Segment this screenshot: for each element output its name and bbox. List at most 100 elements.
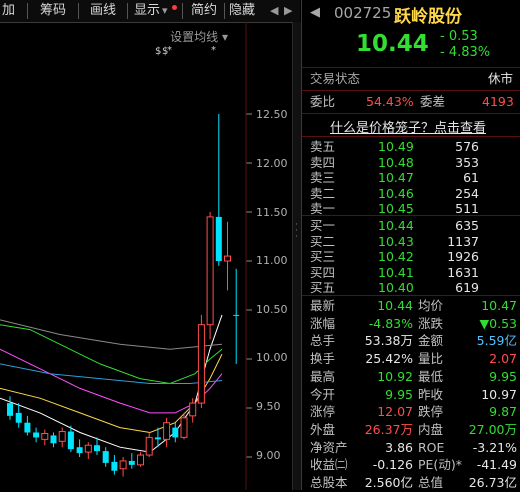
toolbar-add-button[interactable]: 加 [2, 0, 15, 22]
moving-average-line [0, 324, 223, 385]
price-cage-link[interactable]: 什么是价格笼子？点击查看 [330, 117, 486, 136]
display-dropdown-icon[interactable]: ▾ [162, 0, 168, 22]
toolbar-separator [78, 3, 79, 19]
stock-code: 002725 [334, 4, 392, 22]
stat-value: 26.73亿 [468, 475, 517, 490]
scroll-grip-icon[interactable]: · · · [294, 221, 299, 242]
stock-name: 跃岭股份 [394, 7, 462, 27]
stat-value: 26.37万 [364, 421, 413, 437]
price-change-percent: - 4.83% [440, 45, 491, 60]
stat-value: -3.21% [472, 439, 517, 455]
stat-value: 9.95 [489, 368, 517, 384]
stat-label: 涨停 [310, 404, 336, 420]
order-ratio-value: 54.43% [366, 94, 414, 109]
stat-value: 3.86 [385, 439, 413, 455]
toolbar-chips-button[interactable]: 筹码 [40, 0, 66, 22]
candlestick [197, 314, 205, 408]
candlestick [33, 427, 40, 443]
candlestick [58, 427, 66, 448]
quote-stat-row: 净资产 3.86 ROE -3.21% [302, 439, 520, 457]
candlestick [15, 403, 22, 428]
stat-label: 量比 [418, 351, 444, 367]
divider [302, 136, 520, 137]
toolbar-separator [127, 3, 128, 19]
moving-average-line [0, 348, 223, 414]
quote-panel: ◀ 002725 跃岭股份 10.44 - 0.53 - 4.83% 交易状态 … [301, 0, 520, 490]
toolbar-hide-button[interactable]: 隐藏 [229, 0, 255, 22]
chart-vertical-scrollbar[interactable]: · · · [292, 22, 301, 490]
toolbar-separator [27, 3, 28, 19]
stat-label: 收益㈡ [310, 457, 348, 473]
scroll-right-icon[interactable]: ▶ [284, 0, 292, 22]
stat-value: 10.92 [377, 368, 413, 384]
divider [302, 113, 520, 114]
price-axis-label: 12.00 [256, 157, 288, 170]
stat-value: 9.95 [385, 386, 413, 402]
toolbar-display-button[interactable]: 显示 [134, 0, 160, 22]
toolbar-separator [182, 3, 183, 19]
last-price: 10.44 [356, 31, 429, 57]
candlestick [215, 114, 222, 266]
quote-stat-row: 总股本 2.560亿 总值 26.73亿 [302, 474, 520, 492]
divider [302, 90, 520, 91]
candlestick [145, 432, 153, 457]
candlestick [24, 415, 31, 436]
quote-stat-row: 外盘 26.37万 内盘 27.00万 [302, 421, 520, 439]
notification-dot-icon [172, 5, 177, 10]
stat-label: 最新 [310, 298, 336, 313]
stat-label: 涨幅 [310, 315, 336, 331]
candlestick [111, 455, 118, 475]
stat-label: 总股本 [310, 475, 348, 490]
stat-label: 最高 [310, 368, 336, 384]
stat-value: 2.560亿 [364, 475, 413, 490]
stat-value: ▼0.53 [479, 315, 517, 331]
price-axis-label: 10.00 [256, 351, 288, 364]
quote-stat-row: 今开 9.95 昨收 10.97 [302, 386, 520, 404]
stat-value: -4.83% [368, 315, 413, 331]
moving-average-line [0, 363, 223, 384]
candlestick [7, 396, 13, 420]
price-axis-label: 9.50 [256, 400, 281, 413]
stat-value: 53.38万 [364, 333, 413, 349]
stat-value: -0.126 [372, 457, 413, 473]
divider [302, 67, 520, 68]
quote-stat-row: 最新 10.44 均价 10.47 [302, 297, 520, 315]
stat-label: 涨跌 [418, 315, 444, 331]
quote-stat-row: 最高 10.92 最低 9.95 [302, 368, 520, 386]
stat-value: 10.44 [377, 298, 413, 313]
candlestick [172, 422, 179, 443]
moving-average-line [0, 319, 223, 350]
prev-stock-icon[interactable]: ◀ [310, 5, 320, 20]
stat-label: 净资产 [310, 439, 348, 455]
price-axis-label: 12.50 [256, 108, 288, 121]
toolbar-simple-button[interactable]: 简约 [191, 0, 217, 22]
stat-label: 今开 [310, 386, 336, 402]
stat-value: 10.97 [481, 386, 517, 402]
stat-label: 跌停 [418, 404, 444, 420]
candlestick [84, 442, 92, 459]
price-axis-label: 9.00 [256, 449, 281, 462]
chart-toolbar: 加 筹码 画线 显示 ▾ 简约 隐藏 ◀ ▶ [0, 0, 300, 23]
stat-value: 5.59亿 [476, 333, 517, 349]
candlestick [50, 432, 57, 448]
stat-label: 昨收 [418, 386, 444, 402]
candlestick [233, 268, 240, 364]
order-ratio-label: 委比 [310, 94, 336, 109]
candlestick [76, 439, 83, 457]
stat-label: 总手 [310, 333, 336, 349]
price-change: - 0.53 [440, 29, 478, 44]
stat-label: 金额 [418, 333, 444, 349]
candlestick-plot [0, 22, 252, 490]
order-diff-value: 4193 [482, 94, 514, 109]
kline-chart[interactable]: 设置均线 ▾ $ $ * * 12.50 12.00 11.50 11.00 1… [0, 22, 301, 490]
stat-value: 27.00万 [468, 421, 517, 437]
stat-value: 12.07 [377, 404, 413, 420]
stat-value: 9.87 [489, 404, 517, 420]
toolbar-draw-line-button[interactable]: 画线 [90, 0, 116, 22]
candlestick [102, 447, 109, 467]
divider [302, 295, 520, 296]
candlestick [189, 398, 197, 423]
scroll-left-icon[interactable]: ◀ [270, 0, 278, 22]
quote-stat-row: 涨幅 -4.83% 涨跌 ▼0.53 [302, 315, 520, 333]
candlestick [41, 429, 49, 446]
